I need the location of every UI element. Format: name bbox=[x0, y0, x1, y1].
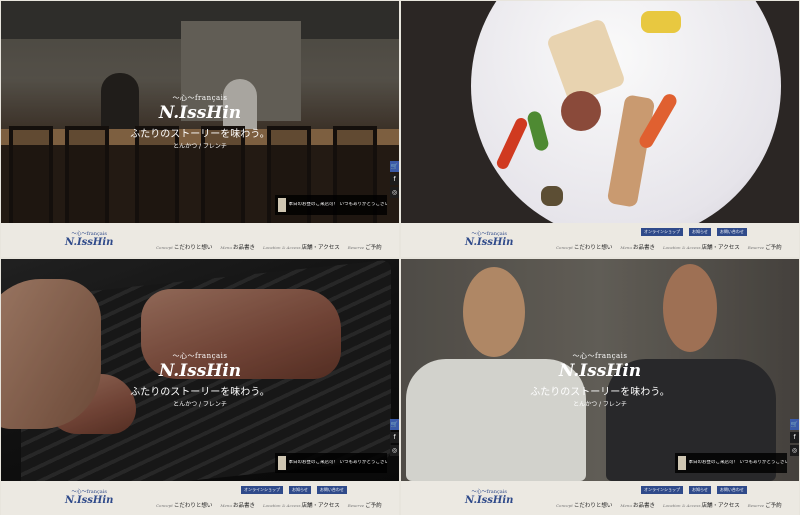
nav-item-menu[interactable]: Menuお品書き bbox=[620, 243, 655, 251]
nav-item-concept[interactable]: Conceptこだわりと想い bbox=[156, 243, 212, 251]
header-logo[interactable]: 〜心〜français N.IssHin bbox=[65, 488, 113, 506]
link-news[interactable]: お知らせ bbox=[289, 486, 311, 494]
nav-item-menu[interactable]: Menuお品書き bbox=[620, 501, 655, 509]
side-buttons: 🛒 f ◎ bbox=[790, 419, 799, 456]
cart-icon[interactable]: 🛒 bbox=[390, 419, 399, 430]
chat-avatar bbox=[678, 456, 686, 470]
hero-logo: 〜心〜français N.IssHin ふたりのストーリーを味わう。 とんかつ… bbox=[1, 351, 399, 408]
header-bar: 〜心〜français N.IssHin Conceptこだわりと想い Menu… bbox=[1, 223, 399, 257]
hero-subtag: とんかつ / フレンチ bbox=[573, 401, 627, 408]
hero-logo: 〜心〜français N.IssHin ふたりのストーリーを味わう。 とんかつ… bbox=[401, 351, 799, 408]
main-nav: Conceptこだわりと想い Menuお品書き Location & Acces… bbox=[156, 501, 382, 509]
instagram-icon[interactable]: ◎ bbox=[390, 445, 399, 456]
facebook-icon[interactable]: f bbox=[790, 432, 799, 443]
logo-text: N.IssHin bbox=[158, 103, 242, 123]
chat-message: 本日のお昼のご来店可！ いつもありがとうございます！ こちらの本日のお席のご案内… bbox=[688, 460, 787, 465]
nav-item-concept[interactable]: Conceptこだわりと想い bbox=[556, 501, 612, 509]
nav-item-concept[interactable]: Conceptこだわりと想い bbox=[156, 501, 212, 509]
main-nav: Conceptこだわりと想い Menuお品書き Location & Acces… bbox=[556, 243, 782, 251]
hero-tagline: ふたりのストーリーを味わう。 bbox=[530, 387, 670, 398]
hero-photo-dish bbox=[401, 1, 799, 223]
page-view-1: 〜心〜français N.IssHin ふたりのストーリーを味わう。 とんかつ… bbox=[1, 1, 399, 257]
cart-icon[interactable]: 🛒 bbox=[790, 419, 799, 430]
facebook-icon[interactable]: f bbox=[390, 174, 399, 185]
nav-item-access[interactable]: Location & Access店舗・アクセス bbox=[263, 501, 340, 509]
side-buttons: 🛒 f ◎ bbox=[390, 161, 399, 198]
hero-tagline: ふたりのストーリーを味わう。 bbox=[130, 387, 270, 398]
nav-item-concept[interactable]: Conceptこだわりと想い bbox=[556, 243, 612, 251]
facebook-icon[interactable]: f bbox=[390, 432, 399, 443]
link-contact[interactable]: お問い合わせ bbox=[316, 486, 347, 494]
nav-item-reserve[interactable]: Reserveご予約 bbox=[748, 501, 782, 509]
header-bar: 〜心〜français N.IssHin オンラインショップ お知らせ お問い合… bbox=[1, 481, 399, 515]
logo-tagline: 〜心〜français bbox=[172, 94, 228, 102]
hero-tagline: ふたりのストーリーを味わう。 bbox=[130, 129, 270, 140]
chat-widget[interactable]: 本日のお昼のご来店可！ いつもありがとうございます！ こちらの本日のお席のご案内… bbox=[675, 453, 787, 473]
hero-section: 〜心〜français N.IssHin ふたりのストーリーを味わう。 とんかつ… bbox=[1, 1, 399, 223]
hero-section bbox=[401, 1, 799, 223]
nav-item-access[interactable]: Location & Access店舗・アクセス bbox=[663, 243, 740, 251]
nav-item-reserve[interactable]: Reserveご予約 bbox=[348, 243, 382, 251]
main-nav: Conceptこだわりと想い Menuお品書き Location & Acces… bbox=[156, 243, 382, 251]
hero-logo: 〜心〜français N.IssHin ふたりのストーリーを味わう。 とんかつ… bbox=[1, 93, 399, 150]
top-links: オンラインショップ お知らせ お問い合わせ bbox=[641, 228, 747, 236]
hero-section: 〜心〜français N.IssHin ふたりのストーリーを味わう。 とんかつ… bbox=[401, 259, 799, 481]
header-logo[interactable]: 〜心〜français N.IssHin bbox=[65, 230, 113, 248]
link-news[interactable]: お知らせ bbox=[689, 486, 711, 494]
link-online-shop[interactable]: オンラインショップ bbox=[241, 486, 283, 494]
link-contact[interactable]: お問い合わせ bbox=[716, 486, 747, 494]
link-news[interactable]: お知らせ bbox=[689, 228, 711, 236]
hero-subtag: とんかつ / フレンチ bbox=[173, 401, 227, 408]
logo-tagline: 〜心〜français bbox=[572, 352, 628, 360]
instagram-icon[interactable]: ◎ bbox=[390, 187, 399, 198]
header-bar: 〜心〜français N.IssHin オンラインショップ お知らせ お問い合… bbox=[401, 481, 799, 515]
header-bar: 〜心〜français N.IssHin オンラインショップ お知らせ お問い合… bbox=[401, 223, 799, 257]
page-view-3: 〜心〜français N.IssHin ふたりのストーリーを味わう。 とんかつ… bbox=[1, 259, 399, 515]
link-online-shop[interactable]: オンラインショップ bbox=[641, 228, 683, 236]
logo-text: N.IssHin bbox=[158, 361, 242, 381]
chat-avatar bbox=[278, 456, 286, 470]
instagram-icon[interactable]: ◎ bbox=[790, 445, 799, 456]
nav-item-access[interactable]: Location & Access店舗・アクセス bbox=[663, 501, 740, 509]
logo-text: N.IssHin bbox=[558, 361, 642, 381]
chat-widget[interactable]: 本日のお昼のご来店可！ いつもありがとうございます！ こちらの本日のお席のご案内… bbox=[275, 195, 387, 215]
nav-item-reserve[interactable]: Reserveご予約 bbox=[348, 501, 382, 509]
nav-item-menu[interactable]: Menuお品書き bbox=[220, 243, 255, 251]
hero-section: 〜心〜français N.IssHin ふたりのストーリーを味わう。 とんかつ… bbox=[1, 259, 399, 481]
link-online-shop[interactable]: オンラインショップ bbox=[641, 486, 683, 494]
chat-widget[interactable]: 本日のお昼のご来店可！ いつもありがとうございます！ こちらの本日のお席のご案内… bbox=[275, 453, 387, 473]
page-view-2: 〜心〜français N.IssHin オンラインショップ お知らせ お問い合… bbox=[401, 1, 799, 257]
logo-tagline: 〜心〜français bbox=[172, 352, 228, 360]
side-buttons: 🛒 f ◎ bbox=[390, 419, 399, 456]
nav-item-menu[interactable]: Menuお品書き bbox=[220, 501, 255, 509]
page-view-4: 〜心〜français N.IssHin ふたりのストーリーを味わう。 とんかつ… bbox=[401, 259, 799, 515]
header-logo[interactable]: 〜心〜français N.IssHin bbox=[465, 230, 513, 248]
nav-item-access[interactable]: Location & Access店舗・アクセス bbox=[263, 243, 340, 251]
top-links: オンラインショップ お知らせ お問い合わせ bbox=[241, 486, 347, 494]
link-contact[interactable]: お問い合わせ bbox=[716, 228, 747, 236]
chat-message: 本日のお昼のご来店可！ いつもありがとうございます！ こちらの本日のお席のご案内… bbox=[288, 202, 387, 207]
screenshot-grid: 〜心〜français N.IssHin ふたりのストーリーを味わう。 とんかつ… bbox=[0, 0, 800, 515]
chat-avatar bbox=[278, 198, 286, 212]
nav-item-reserve[interactable]: Reserveご予約 bbox=[748, 243, 782, 251]
hero-subtag: とんかつ / フレンチ bbox=[173, 143, 227, 150]
cart-icon[interactable]: 🛒 bbox=[390, 161, 399, 172]
chat-message: 本日のお昼のご来店可！ いつもありがとうございます！ こちらの本日のお席のご案内… bbox=[288, 460, 387, 465]
header-logo[interactable]: 〜心〜français N.IssHin bbox=[465, 488, 513, 506]
top-links: オンラインショップ お知らせ お問い合わせ bbox=[641, 486, 747, 494]
main-nav: Conceptこだわりと想い Menuお品書き Location & Acces… bbox=[556, 501, 782, 509]
